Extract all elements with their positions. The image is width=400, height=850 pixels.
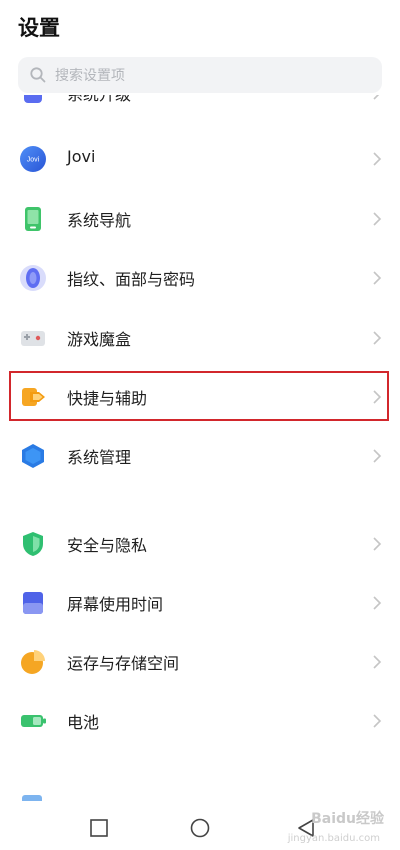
svg-text:Jovi: Jovi <box>27 157 40 164</box>
list-item-system-management[interactable]: 系统管理 <box>0 428 400 484</box>
fingerprint-icon <box>20 265 46 291</box>
chevron-right-icon <box>373 714 382 728</box>
list-item-label: 安全与隐私 <box>67 536 148 555</box>
list-item-label: 系统导航 <box>67 211 132 230</box>
watermark: Baidu经验 <box>311 811 384 827</box>
list-item-label: 指纹、面部与密码 <box>67 270 196 289</box>
system-hexagon-icon <box>22 444 44 468</box>
list-item-screen-time[interactable]: 屏幕使用时间 <box>0 575 400 631</box>
list-item-label: 游戏魔盒 <box>67 330 132 349</box>
list-item-memory-storage[interactable]: 运存与存储空间 <box>0 634 400 690</box>
chevron-right-icon <box>373 537 382 551</box>
list-item-label: 运存与存储空间 <box>67 654 180 673</box>
chevron-right-icon <box>373 449 382 463</box>
jovi-icon: Jovi <box>20 146 46 172</box>
shield-icon <box>23 532 43 556</box>
screen-time-icon <box>23 592 43 614</box>
chevron-right-icon <box>373 271 382 285</box>
watermark-url: jingyan.baidu.com <box>287 833 380 844</box>
highlight-box <box>9 371 389 421</box>
battery-icon <box>21 715 46 727</box>
home-circle-icon[interactable] <box>189 817 211 839</box>
chevron-right-icon <box>373 212 382 226</box>
chevron-right-icon <box>373 596 382 610</box>
list-item-battery[interactable]: 电池 <box>0 693 400 749</box>
partial-list-icon <box>22 795 42 801</box>
chevron-right-icon <box>373 331 382 345</box>
list-item-label: 电池 <box>67 713 100 732</box>
list-item-security-privacy[interactable]: 安全与隐私 <box>0 516 400 572</box>
list-item-label: 系统管理 <box>67 448 132 467</box>
phone-navigation-icon <box>25 207 41 231</box>
list-item-label: Jovi <box>67 147 96 166</box>
list-item-jovi[interactable]: Jovi Jovi <box>0 131 400 187</box>
chevron-right-icon <box>373 655 382 669</box>
list-item-system-navigation[interactable]: 系统导航 <box>0 191 400 247</box>
recents-square-icon[interactable] <box>88 817 110 839</box>
storage-pie-icon <box>21 650 45 674</box>
list-item-fingerprint[interactable]: 指纹、面部与密码 <box>0 250 400 306</box>
list-item-game-box[interactable]: 游戏魔盒 <box>0 310 400 366</box>
game-box-icon <box>21 331 45 346</box>
chevron-right-icon <box>373 152 382 166</box>
list-item-label: 屏幕使用时间 <box>67 595 164 614</box>
